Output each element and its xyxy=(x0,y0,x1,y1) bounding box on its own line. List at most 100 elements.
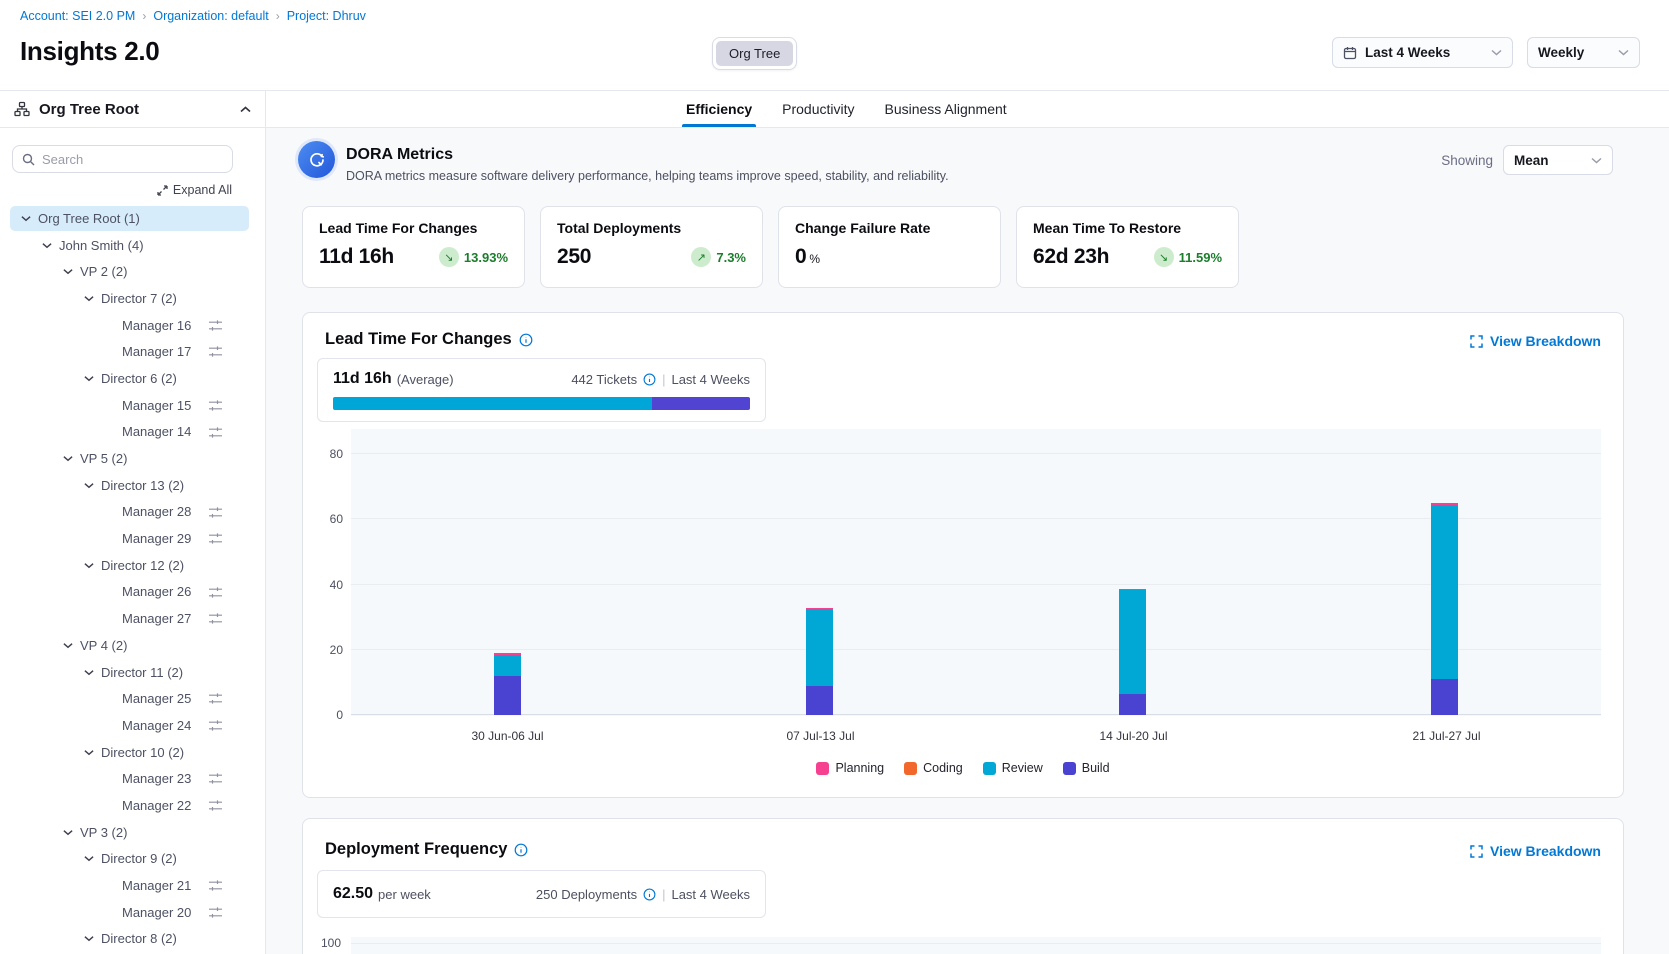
chevron-down-icon[interactable] xyxy=(83,295,95,302)
tree-node[interactable]: Manager 27 xyxy=(0,605,265,632)
breadcrumb-item[interactable]: Project: Dhruv xyxy=(287,9,366,23)
tree-node[interactable]: Manager 22 xyxy=(0,792,265,819)
tree-node[interactable]: Manager 29 xyxy=(0,525,265,552)
tree-node[interactable]: Director 13 (2) xyxy=(0,472,265,499)
chevron-down-icon[interactable] xyxy=(83,375,95,382)
chevron-down-icon[interactable] xyxy=(83,935,95,942)
sliders-icon[interactable] xyxy=(208,772,223,785)
expand-breakdown-icon xyxy=(1470,845,1483,858)
sliders-icon[interactable] xyxy=(208,692,223,705)
tree-node[interactable]: Director 6 (2) xyxy=(0,365,265,392)
tree-node[interactable]: VP 5 (2) xyxy=(0,445,265,472)
tree-node[interactable]: Director 8 (2) xyxy=(0,926,265,953)
insights-page: Account: SEI 2.0 PM›Organization: defaul… xyxy=(0,0,1669,954)
tree-node[interactable]: Director 12 (2) xyxy=(0,552,265,579)
tree-node[interactable]: Manager 21 xyxy=(0,872,265,899)
tab-productivity[interactable]: Productivity xyxy=(782,91,854,127)
legend-item-review[interactable]: Review xyxy=(983,761,1043,775)
tree-node[interactable]: Manager 23 xyxy=(0,765,265,792)
tab-efficiency[interactable]: Efficiency xyxy=(686,91,752,127)
legend-swatch xyxy=(983,762,996,775)
chevron-down-icon[interactable] xyxy=(62,829,74,836)
tree-node[interactable]: Manager 14 xyxy=(0,419,265,446)
legend-item-coding[interactable]: Coding xyxy=(904,761,963,775)
chevron-down-icon[interactable] xyxy=(20,215,32,222)
showing-select[interactable]: Mean xyxy=(1503,145,1613,175)
tree-node[interactable]: Manager 26 xyxy=(0,579,265,606)
metric-card-value: 0% xyxy=(795,245,820,269)
expand-all-button[interactable]: Expand All xyxy=(157,183,232,197)
tree-node[interactable]: VP 4 (2) xyxy=(0,632,265,659)
legend-item-planning[interactable]: Planning xyxy=(816,761,884,775)
org-tree-toggle[interactable]: Org Tree xyxy=(712,37,797,70)
granularity-select[interactable]: Weekly xyxy=(1527,37,1640,68)
deployment-ytick-100: 100 xyxy=(307,936,341,950)
tree-node[interactable]: Manager 17 xyxy=(0,338,265,365)
metric-card: Lead Time For Changes11d 16h↘13.93% xyxy=(302,206,525,288)
trend-up-icon: ↗ xyxy=(691,247,711,267)
chevron-down-icon[interactable] xyxy=(83,482,95,489)
org-tree-toggle-label[interactable]: Org Tree xyxy=(716,41,793,66)
sidebar-search[interactable] xyxy=(12,145,233,173)
legend-item-build[interactable]: Build xyxy=(1063,761,1110,775)
legend-label: Coding xyxy=(923,761,963,775)
tree-node[interactable]: Manager 24 xyxy=(0,712,265,739)
tab-business-alignment[interactable]: Business Alignment xyxy=(885,91,1007,127)
deployment-view-breakdown[interactable]: View Breakdown xyxy=(1470,843,1601,859)
tree-node[interactable]: Manager 16 xyxy=(0,312,265,339)
tree-node[interactable]: Manager 15 xyxy=(0,392,265,419)
sliders-icon[interactable] xyxy=(208,586,223,599)
stacked-bar[interactable] xyxy=(806,608,833,715)
tree-node[interactable]: Manager 20 xyxy=(0,899,265,926)
sliders-icon[interactable] xyxy=(208,879,223,892)
date-range-select[interactable]: Last 4 Weeks xyxy=(1332,37,1513,68)
info-icon[interactable] xyxy=(643,373,656,386)
info-icon[interactable] xyxy=(514,843,528,857)
sliders-icon[interactable] xyxy=(208,799,223,812)
sliders-icon[interactable] xyxy=(208,906,223,919)
stacked-bar[interactable] xyxy=(1431,503,1458,715)
chevron-down-icon[interactable] xyxy=(83,562,95,569)
sliders-icon[interactable] xyxy=(208,399,223,412)
lead-time-distribution-bar xyxy=(333,397,750,410)
chevron-down-icon[interactable] xyxy=(83,749,95,756)
info-icon[interactable] xyxy=(519,333,533,347)
tree-node[interactable]: Director 11 (2) xyxy=(0,659,265,686)
breadcrumb-item[interactable]: Account: SEI 2.0 PM xyxy=(20,9,135,23)
tree-node[interactable]: Manager 28 xyxy=(0,499,265,526)
tree-node[interactable]: VP 3 (2) xyxy=(0,819,265,846)
sliders-icon[interactable] xyxy=(208,506,223,519)
breadcrumb-item[interactable]: Organization: default xyxy=(153,9,268,23)
chevron-down-icon[interactable] xyxy=(83,855,95,862)
tree-node[interactable]: Manager 25 xyxy=(0,685,265,712)
chevron-down-icon[interactable] xyxy=(62,642,74,649)
search-input[interactable] xyxy=(42,152,223,167)
sliders-icon[interactable] xyxy=(208,426,223,439)
stacked-bar[interactable] xyxy=(1119,589,1146,715)
collapse-sidebar-icon[interactable] xyxy=(240,106,251,113)
sliders-icon[interactable] xyxy=(208,719,223,732)
chevron-down-icon[interactable] xyxy=(62,268,74,275)
sliders-icon[interactable] xyxy=(208,345,223,358)
metric-card-value: 11d 16h xyxy=(319,245,394,269)
tree-node[interactable]: John Smith (4) xyxy=(0,232,265,259)
tree-node[interactable]: VP 2 (2) xyxy=(0,258,265,285)
deployment-rate-value: 62.50 xyxy=(333,885,373,903)
chevron-down-icon[interactable] xyxy=(83,669,95,676)
chevron-down-icon[interactable] xyxy=(41,242,53,249)
info-icon[interactable] xyxy=(643,888,656,901)
sliders-icon[interactable] xyxy=(208,532,223,545)
tree-node[interactable]: Org Tree Root (1) xyxy=(0,205,265,232)
sliders-icon[interactable] xyxy=(208,612,223,625)
tree-node[interactable]: Director 7 (2) xyxy=(0,285,265,312)
tree-node[interactable]: Director 9 (2) xyxy=(0,846,265,873)
sliders-icon[interactable] xyxy=(208,319,223,332)
metric-card-value: 250 xyxy=(557,245,591,269)
stacked-bar[interactable] xyxy=(494,653,521,715)
lead-time-view-breakdown[interactable]: View Breakdown xyxy=(1470,333,1601,349)
tree-node[interactable]: Director 10 (2) xyxy=(0,739,265,766)
chevron-down-icon[interactable] xyxy=(62,455,74,462)
legend-label: Planning xyxy=(835,761,884,775)
trend-down-icon: ↘ xyxy=(439,247,459,267)
lead-time-summary: 11d 16h (Average) 442 Tickets | Last 4 W… xyxy=(317,358,766,422)
